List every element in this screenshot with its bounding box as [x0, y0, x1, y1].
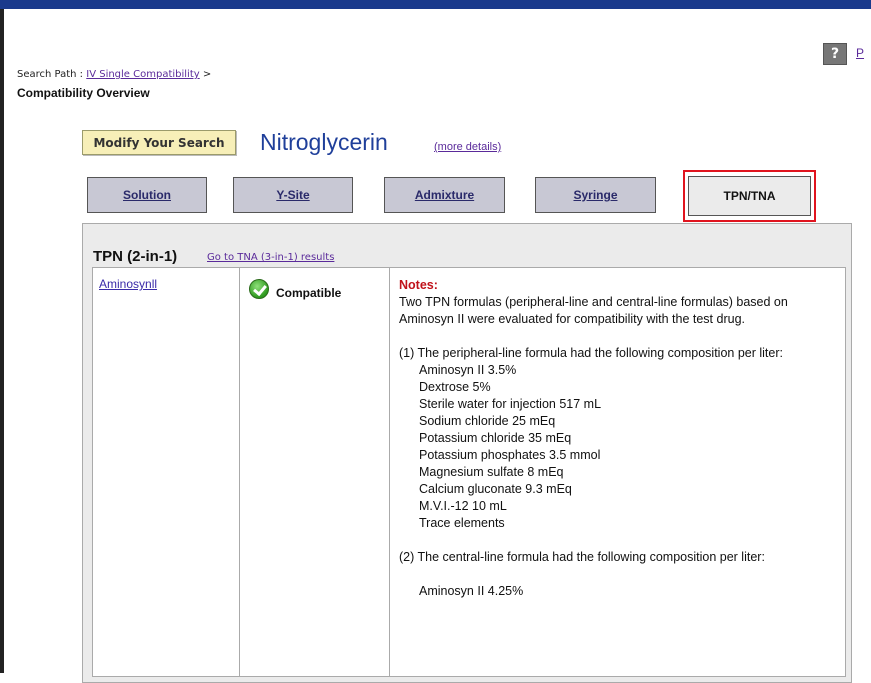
composition-item: M.V.I.-12 10 mL	[419, 499, 507, 513]
notes-label: Notes:	[399, 278, 438, 292]
composition-item: Sterile water for injection 517 mL	[419, 397, 602, 411]
tab-tpn-tna-highlight[interactable]: TPN/TNA	[683, 170, 816, 222]
tab-admixture[interactable]: Admixture	[384, 177, 505, 213]
help-link[interactable]: P	[856, 46, 864, 60]
tab-y-site-label: Y-Site	[276, 188, 310, 202]
window-left-border	[0, 9, 4, 673]
more-details-link[interactable]: (more details)	[434, 141, 501, 153]
tab-solution[interactable]: Solution	[87, 177, 207, 213]
tab-syringe[interactable]: Syringe	[535, 177, 656, 213]
central-heading: (2) The central-line formula had the fol…	[399, 550, 765, 564]
column-divider	[239, 267, 240, 677]
composition-item: Potassium chloride 35 mEq	[419, 431, 572, 445]
composition-item: Calcium gluconate 9.3 mEq	[419, 482, 572, 496]
notes-cell: Notes: Two TPN formulas (peripheral-line…	[399, 277, 839, 600]
composition-item: Sodium chloride 25 mEq	[419, 414, 556, 428]
tab-y-site[interactable]: Y-Site	[233, 177, 353, 213]
breadcrumb: Search Path : IV Single Compatibility >	[17, 69, 211, 80]
tab-tpn-tna-label: TPN/TNA	[723, 189, 776, 203]
composition-item: Aminosyn II 3.5%	[419, 363, 517, 377]
page-title: Compatibility Overview	[17, 86, 150, 100]
composition-item: Potassium phosphates 3.5 mmol	[419, 448, 601, 462]
composition-item: Dextrose 5%	[419, 380, 491, 394]
help-icon[interactable]: ?	[823, 43, 847, 65]
window-top-border	[0, 0, 871, 9]
tab-admixture-label: Admixture	[414, 188, 475, 202]
tab-syringe-label: Syringe	[573, 188, 618, 202]
solution-link-aminosyn[interactable]: Aminosynll	[99, 277, 157, 291]
notes-intro: Two TPN formulas (peripheral-line and ce…	[399, 295, 788, 326]
section-title: TPN (2-in-1)	[93, 248, 178, 265]
composition-item: Trace elements	[419, 516, 505, 530]
tab-solution-label: Solution	[123, 188, 171, 202]
breadcrumb-link-iv-single[interactable]: IV Single Compatibility	[86, 69, 199, 80]
modify-search-button[interactable]: Modify Your Search	[82, 130, 236, 155]
peripheral-heading: (1) The peripheral-line formula had the …	[399, 346, 783, 360]
composition-item: Aminosyn II 4.25%	[419, 584, 524, 598]
tab-tpn-tna[interactable]: TPN/TNA	[688, 176, 811, 216]
compatibility-status: Compatible	[276, 286, 342, 300]
breadcrumb-separator: >	[202, 69, 212, 80]
composition-item: Magnesium sulfate 8 mEq	[419, 465, 564, 479]
breadcrumb-prefix: Search Path :	[17, 69, 84, 80]
column-divider	[389, 267, 390, 677]
check-circle-icon	[249, 279, 269, 299]
tna-results-link[interactable]: Go to TNA (3-in-1) results	[207, 252, 334, 263]
drug-name: Nitroglycerin	[260, 129, 388, 155]
